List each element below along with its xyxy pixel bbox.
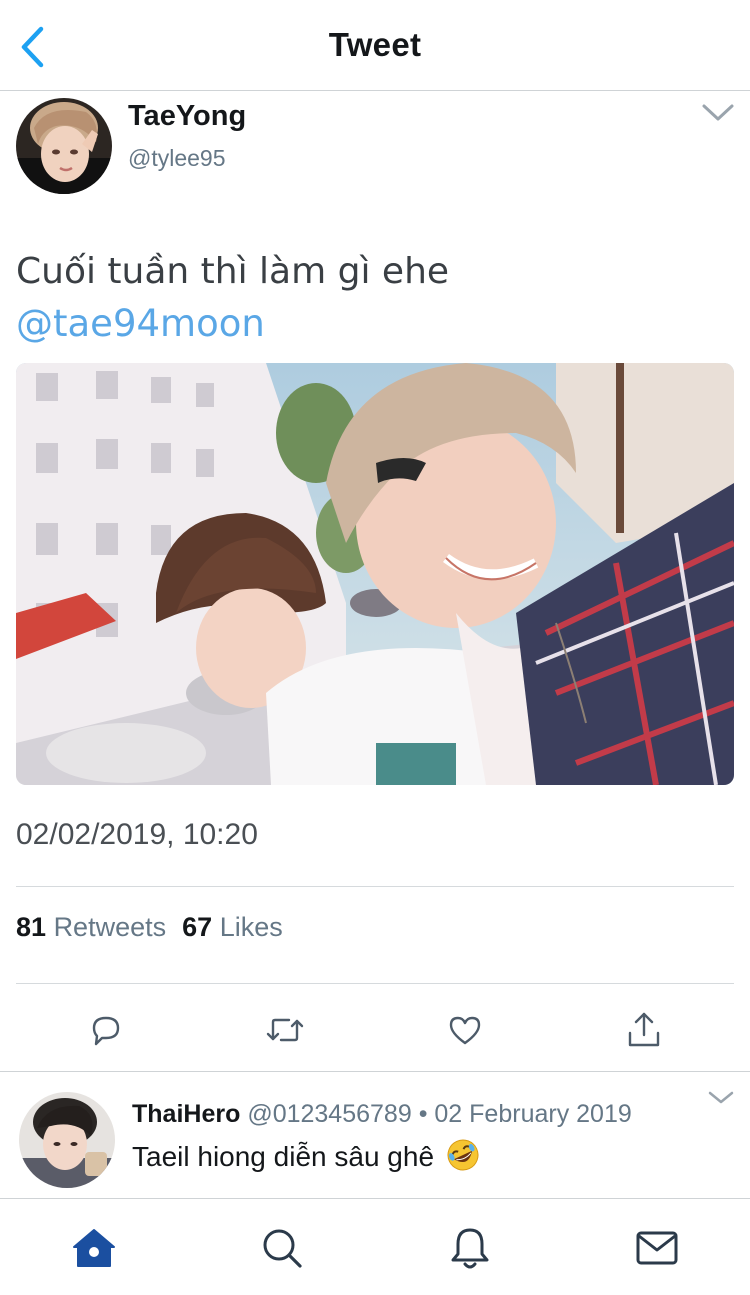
reply-body: Taeil hiong diễn sâu ghê	[132, 1138, 480, 1173]
reply-button[interactable]	[82, 1006, 130, 1054]
retweet-button[interactable]	[261, 1006, 309, 1054]
chevron-down-icon	[708, 1091, 734, 1104]
home-icon	[73, 1229, 115, 1267]
rolling-on-floor-laughing-emoji	[447, 1139, 479, 1171]
share-icon	[628, 1012, 660, 1047]
tweet-timestamp: 02/02/2019, 10:20	[16, 818, 258, 851]
retweet-icon	[266, 1018, 304, 1042]
likes-stat[interactable]: 67 Likes	[182, 912, 283, 942]
reply-icon	[92, 1016, 120, 1046]
reply-avatar[interactable]	[19, 1092, 115, 1188]
tweet-actions	[0, 1000, 750, 1060]
reply-text: Taeil hiong diễn sâu ghê	[132, 1141, 435, 1172]
divider	[0, 1071, 750, 1072]
like-icon	[449, 1016, 481, 1045]
reply-author-name[interactable]: ThaiHero	[132, 1100, 240, 1128]
reply-date: 02 February 2019	[434, 1100, 632, 1128]
search-icon	[263, 1229, 302, 1268]
messages-icon	[636, 1231, 678, 1265]
chevron-down-icon	[702, 104, 734, 121]
tab-notifications[interactable]	[445, 1223, 495, 1273]
tab-home[interactable]	[69, 1223, 119, 1273]
reply-separator: •	[418, 1100, 428, 1128]
tab-search[interactable]	[257, 1223, 307, 1273]
divider	[16, 886, 734, 887]
likes-count: 67	[182, 912, 213, 942]
retweets-label: Retweets	[53, 912, 167, 942]
top-nav-bar: Tweet	[0, 0, 750, 91]
like-button[interactable]	[441, 1006, 489, 1054]
bottom-tab-bar	[0, 1198, 750, 1295]
tweet-photo[interactable]	[16, 363, 734, 785]
retweets-count: 81	[16, 912, 47, 942]
author-avatar[interactable]	[16, 98, 112, 194]
divider	[16, 983, 734, 984]
mention-link[interactable]: @tae94moon	[16, 298, 449, 350]
reply-options-button[interactable]	[706, 1088, 736, 1108]
author-handle[interactable]: @tylee95	[128, 145, 226, 172]
reply-header: ThaiHero @0123456789 • 02 February 2019	[132, 1100, 632, 1129]
retweets-stat[interactable]: 81 Retweets	[16, 912, 166, 942]
reply-author-handle[interactable]: @0123456789	[247, 1100, 411, 1128]
tweet-options-button[interactable]	[700, 100, 736, 126]
page-title: Tweet	[328, 26, 422, 63]
tab-messages[interactable]	[632, 1223, 682, 1273]
share-button[interactable]	[620, 1006, 668, 1054]
notifications-icon	[451, 1228, 489, 1269]
tweet-body: Cuối tuần thì làm gì ehe @tae94moon	[16, 246, 449, 350]
tweet-text: Cuối tuần thì làm gì ehe	[16, 251, 450, 292]
author-name[interactable]: TaeYong	[128, 100, 246, 133]
likes-label: Likes	[219, 912, 283, 942]
tweet-stats: 81 Retweets 67 Likes	[16, 912, 283, 943]
